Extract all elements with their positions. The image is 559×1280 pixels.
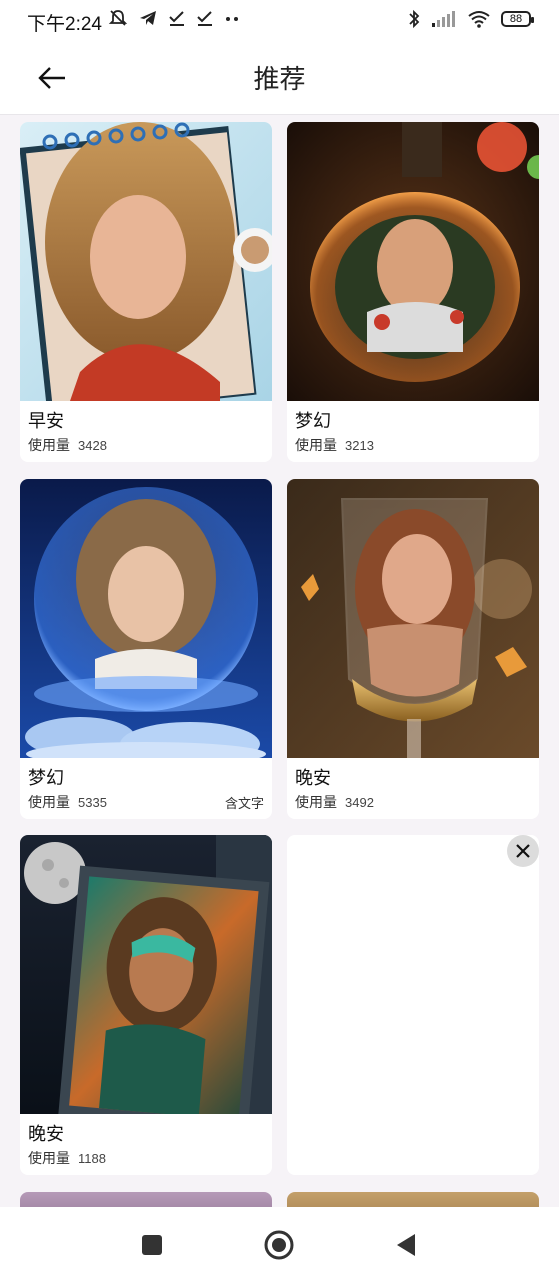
home-circle-icon	[264, 1230, 294, 1260]
template-card-partial[interactable]	[287, 1192, 539, 1207]
template-card[interactable]: 晚安 使用量 3492	[287, 479, 539, 819]
template-name: 梦幻	[28, 768, 64, 789]
signal-icon	[432, 11, 455, 27]
battery-icon: 88	[501, 11, 534, 27]
back-triangle-icon	[397, 1234, 415, 1256]
template-card[interactable]: 梦幻 使用量 3213	[287, 122, 539, 462]
contains-text-tag: 含文字	[224, 797, 264, 812]
page-title: 推荐	[253, 65, 306, 95]
template-card[interactable]: 早安 使用量 3428	[20, 122, 272, 462]
wifi-icon	[468, 11, 490, 28]
template-card[interactable]: 梦幻 使用量 5335 含文字	[20, 479, 272, 819]
template-name: 晚安	[28, 1124, 64, 1145]
bluetooth-icon	[409, 9, 420, 29]
portrait-snow-globe-image	[20, 479, 272, 758]
usage-count: 使用量 3213	[295, 438, 374, 454]
close-ad-button[interactable]	[507, 835, 539, 867]
portrait-wine-glass-image	[287, 479, 539, 758]
portrait-notebook-image	[20, 122, 272, 401]
check-icon	[197, 11, 212, 26]
template-thumbnail	[287, 122, 539, 401]
recents-square-icon	[142, 1235, 162, 1255]
usage-count: 使用量 1188	[28, 1151, 106, 1167]
portrait-perfume-bottle-image	[287, 122, 539, 401]
status-system-icons: 88	[407, 9, 534, 29]
template-name: 早安	[28, 411, 64, 432]
more-dots-icon	[226, 17, 238, 21]
template-name: 梦幻	[295, 411, 331, 432]
usage-count: 使用量 3428	[28, 438, 107, 454]
back-nav-button[interactable]	[386, 1227, 426, 1263]
system-navigation-bar	[0, 1207, 559, 1280]
portrait-picture-frame-image	[20, 835, 272, 1114]
template-thumbnail	[20, 122, 272, 401]
usage-count: 使用量 5335	[28, 795, 107, 811]
usage-count: 使用量 3492	[295, 795, 374, 811]
mute-icon	[108, 10, 128, 26]
template-thumbnail	[20, 479, 272, 758]
status-time: 下午2:24	[27, 14, 102, 35]
template-card[interactable]: 晚安 使用量 1188	[20, 835, 272, 1175]
template-thumbnail	[20, 835, 272, 1114]
battery-level: 88	[509, 13, 523, 25]
status-bar: 下午2:24 88	[0, 0, 559, 42]
recents-button[interactable]	[132, 1227, 172, 1263]
template-grid: 早安 使用量 3428 梦幻 使用量 3213 梦幻 使用量 5335 含文字 …	[20, 122, 539, 1207]
ad-placeholder-card	[287, 835, 539, 1175]
template-name: 晚安	[295, 768, 331, 789]
top-app-bar: 推荐	[0, 42, 559, 115]
telegram-icon	[140, 11, 156, 25]
home-button[interactable]	[259, 1227, 299, 1263]
template-card-partial[interactable]	[20, 1192, 272, 1207]
check-icon	[169, 11, 184, 26]
close-icon	[516, 844, 530, 858]
status-notification-icons	[108, 8, 240, 28]
template-thumbnail	[287, 479, 539, 758]
